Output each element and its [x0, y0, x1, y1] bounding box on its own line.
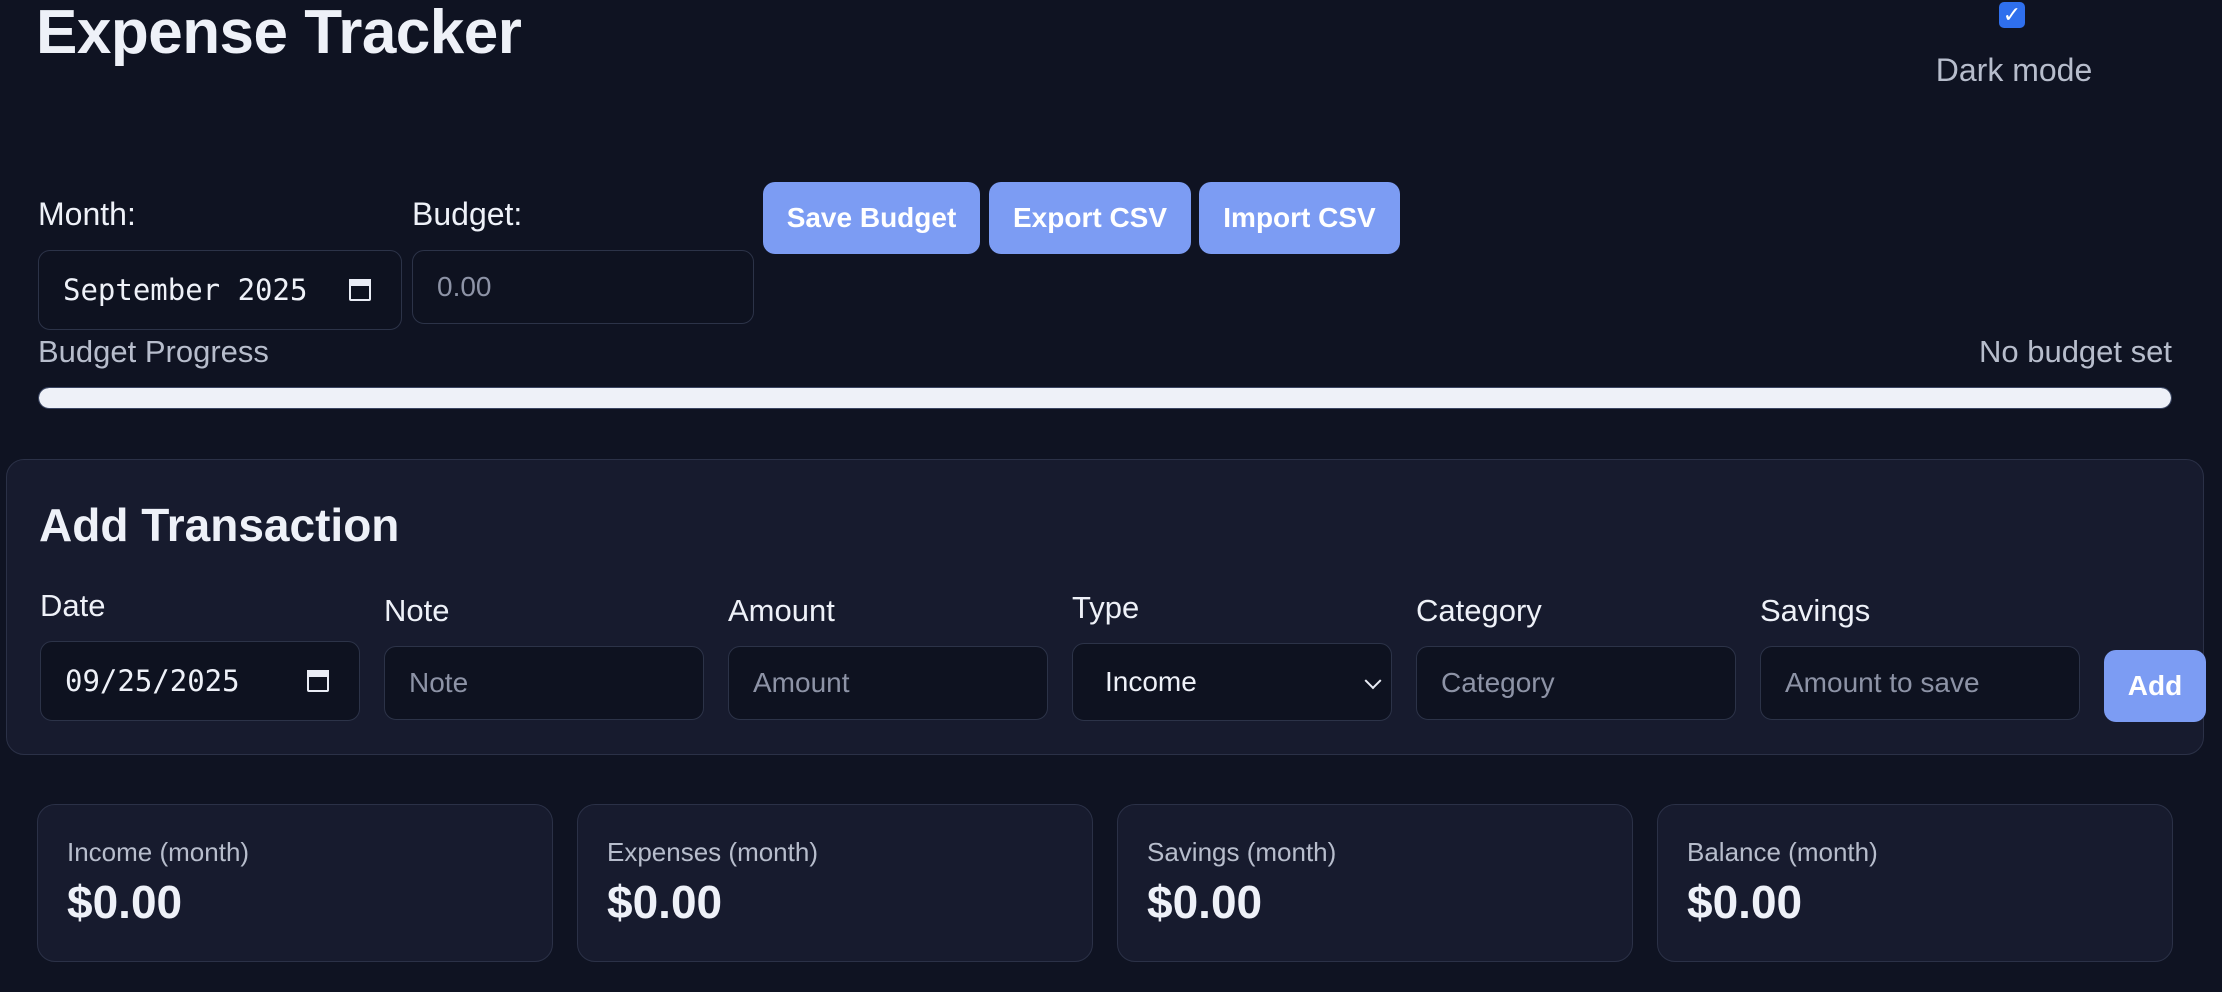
month-picker[interactable]: September 2025 — [38, 250, 402, 330]
type-value: Income — [1105, 666, 1197, 697]
stat-value: $0.00 — [607, 876, 723, 928]
stat-value: $0.00 — [1687, 876, 1803, 928]
stat-card-income: Income (month) $0.00 — [37, 804, 553, 962]
stat-card-balance: Balance (month) $0.00 — [1657, 804, 2173, 962]
category-placeholder: Category — [1441, 667, 1555, 698]
type-label: Type — [1072, 590, 1140, 625]
stat-label: Savings (month) — [1147, 837, 1337, 867]
calendar-icon[interactable] — [307, 670, 329, 692]
budget-progress-fill — [39, 388, 2171, 408]
note-input[interactable]: Note — [384, 646, 704, 720]
calendar-icon[interactable] — [349, 279, 371, 301]
category-label: Category — [1416, 593, 1542, 628]
stat-value: $0.00 — [67, 876, 183, 928]
date-picker[interactable]: 09/25/2025 — [40, 641, 360, 721]
budget-progress-label: Budget Progress — [38, 334, 269, 369]
add-transaction-button[interactable]: Add — [2104, 650, 2206, 722]
add-transaction-title: Add Transaction — [39, 499, 400, 551]
amount-placeholder: Amount — [753, 667, 850, 698]
page-title: Expense Tracker — [36, 0, 522, 67]
month-value: September 2025 — [63, 273, 308, 307]
dark-mode-checkbox[interactable]: ✓ — [1999, 2, 2025, 28]
chevron-down-icon — [1364, 672, 1382, 690]
date-label: Date — [40, 588, 106, 623]
checkmark-icon: ✓ — [2002, 2, 2022, 27]
budget-placeholder: 0.00 — [437, 271, 492, 302]
amount-label: Amount — [728, 593, 835, 628]
amount-input[interactable]: Amount — [728, 646, 1048, 720]
budget-label: Budget: — [412, 196, 523, 232]
note-placeholder: Note — [409, 667, 469, 698]
budget-progress-status: No budget set — [1978, 334, 2172, 369]
category-input[interactable]: Category — [1416, 646, 1736, 720]
note-label: Note — [384, 593, 450, 628]
date-value: 09/25/2025 — [65, 664, 240, 698]
stat-card-expenses: Expenses (month) $0.00 — [577, 804, 1093, 962]
savings-label: Savings — [1760, 593, 1871, 628]
stat-label: Income (month) — [67, 837, 250, 867]
stat-card-savings: Savings (month) $0.00 — [1117, 804, 1633, 962]
add-transaction-card: Add Transaction Date 09/25/2025 Note Not… — [6, 459, 2206, 755]
dark-mode-toggle[interactable]: ✓ Dark mode — [1934, 0, 2094, 100]
month-label: Month: — [38, 196, 136, 232]
stat-label: Balance (month) — [1687, 837, 1878, 867]
stat-value: $0.00 — [1147, 876, 1263, 928]
savings-placeholder: Amount to save — [1785, 667, 1980, 698]
budget-progress-bar — [38, 387, 2172, 409]
import-csv-button[interactable]: Import CSV — [1199, 182, 1400, 254]
budget-input[interactable]: 0.00 — [412, 250, 754, 324]
type-select[interactable]: Income — [1072, 643, 1392, 721]
dark-mode-label: Dark mode — [1935, 52, 2093, 88]
savings-input[interactable]: Amount to save — [1760, 646, 2080, 720]
export-csv-button[interactable]: Export CSV — [989, 182, 1191, 254]
save-budget-button[interactable]: Save Budget — [763, 182, 980, 254]
stat-label: Expenses (month) — [607, 837, 818, 867]
